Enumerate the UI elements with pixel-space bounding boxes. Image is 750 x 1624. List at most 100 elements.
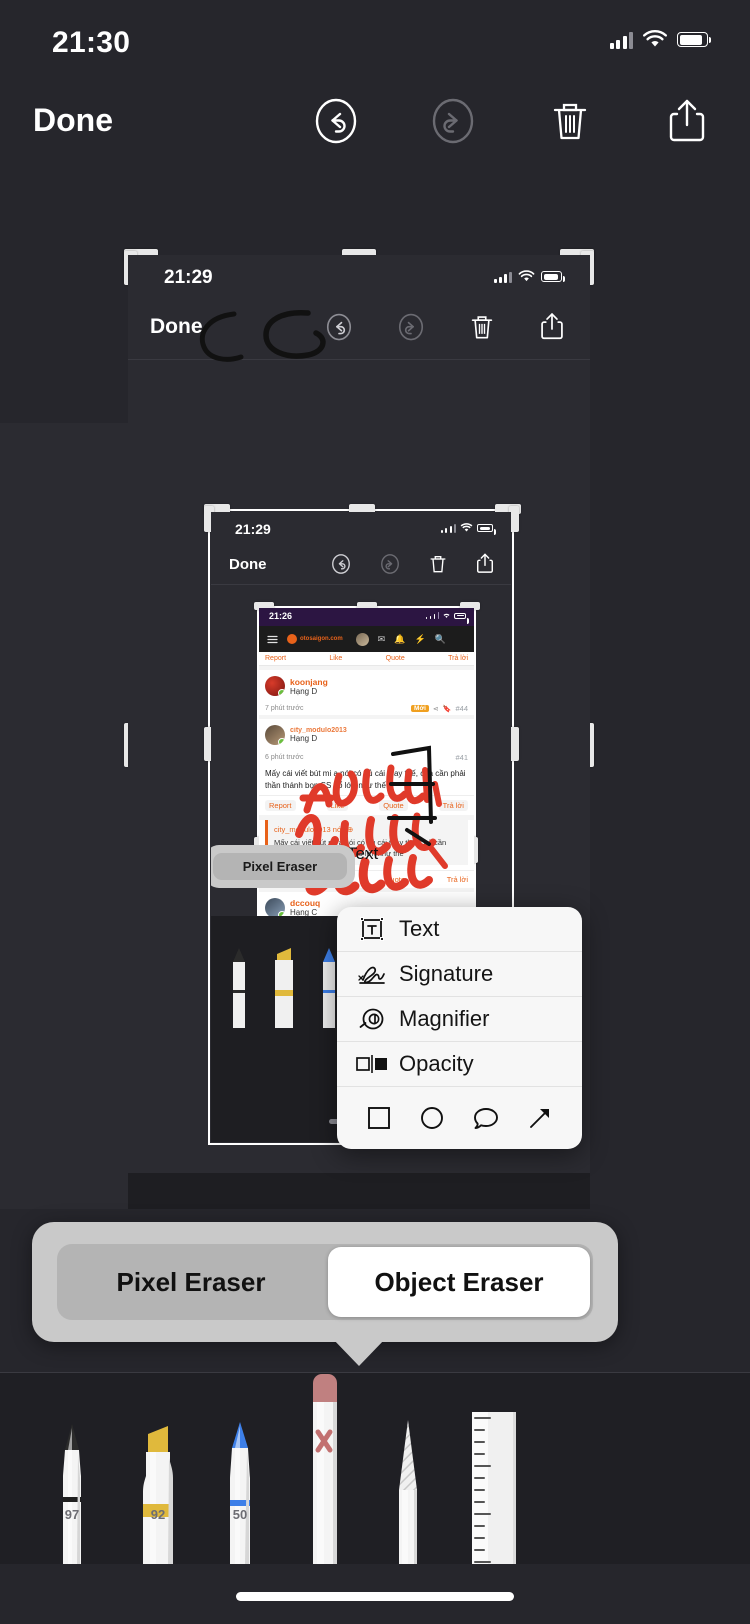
tool-palette[interactable]: 97 92 50 [0,1372,750,1564]
speech-bubble-shape-icon[interactable] [472,1105,500,1131]
forum-action-row-top: Report Like Quote Trả lời [259,652,474,666]
post-number-1: #44 [455,704,468,713]
forum-action-row-2: Report Like Quote Trả lời [259,795,474,816]
report-link-top[interactable]: Report [265,655,286,662]
marker-tool[interactable]: 50 [212,1404,268,1564]
status-indicators [609,30,711,49]
nested2-share-icon[interactable] [475,552,495,575]
rank-city-modulo: Hạng D [290,734,318,743]
bookmark-icon[interactable]: 🔖 [443,705,452,713]
reply-link-2[interactable]: Trả lời [438,800,468,812]
nested1-share-icon[interactable] [538,311,566,342]
username-dccouq[interactable]: dccouq [290,898,320,908]
post-time-2: 6 phút trước [265,754,304,761]
forum-battery-icon [454,612,469,624]
like-link-top[interactable]: Like [329,655,342,662]
hamburger-menu-icon[interactable] [267,635,278,644]
username-koonjang[interactable]: koonjang [290,677,328,687]
site-logo[interactable]: otosaigon.com [287,634,343,644]
popover-tail [332,1338,386,1366]
nested1-battery-icon [541,271,565,282]
nested2-redo-icon[interactable] [379,553,401,575]
nested2-wifi-icon [460,523,473,532]
share-icon[interactable] [662,96,712,146]
nested2-done-button[interactable]: Done [229,556,267,573]
menu-item-magnifier[interactable]: Magnifier [337,997,582,1042]
nested-pixel-eraser-button[interactable]: Pixel Eraser [213,853,347,880]
bell-icon[interactable]: 🔔 [394,634,405,645]
forum-post-2: city_modulo2013 Hạng D 6 phút trước #41 … [259,719,474,816]
nested2-status-time: 21:29 [235,521,271,537]
object-eraser-option[interactable]: Object Eraser [328,1247,590,1317]
quote-header: city_modulo2013 nói: ⊕ [274,825,354,835]
markup-editor-screen: 21:30 Done 21:29 Done 21:29 Done 21:26 o… [0,0,750,1624]
new-badge: Mới [411,705,429,712]
username-city-modulo[interactable]: city_modulo2013 [290,727,347,734]
nested1-done-button[interactable]: Done [150,315,203,339]
pixel-eraser-option[interactable]: Pixel Eraser [60,1247,322,1317]
forum-nav-bar: otosaigon.com ✉ 🔔 ⚡ 🔍 [259,626,474,652]
site-name: otosaigon.com [300,636,343,642]
nested1-redo-icon[interactable] [396,312,426,342]
share-post-icon[interactable]: ⋖ [433,705,439,713]
nested1-signal-icon [494,271,512,283]
pencil-tool[interactable] [380,1404,436,1564]
quote-link-2[interactable]: Quote [379,800,408,812]
nested2-undo-icon[interactable] [330,553,352,575]
forum-signal-icon [425,612,439,619]
quote-link-3[interactable]: Quote [385,875,405,884]
shape-tools-row [337,1087,582,1149]
highlighter-tool-number: 92 [150,1507,166,1522]
eraser-mode-popover[interactable]: Pixel Eraser Object Eraser [32,1222,618,1342]
undo-icon[interactable] [311,96,361,146]
nested1-trash-icon[interactable] [468,312,496,342]
avatar-city-modulo[interactable] [265,725,285,745]
menu-item-signature[interactable]: Signature [337,952,582,997]
marker-tool-number: 50 [232,1507,248,1522]
pen-tool-number: 97 [64,1507,80,1522]
forum-status-bar: 21:26 [259,608,474,626]
home-indicator[interactable] [236,1592,514,1601]
forum-status-time: 21:26 [269,611,293,621]
arrow-shape-icon[interactable] [527,1105,553,1131]
nested-tool-tray-level1[interactable] [128,1173,590,1209]
text-box-icon [351,916,393,942]
nested-eraser-popover[interactable]: Pixel Eraser [211,845,355,888]
menu-item-text[interactable]: Text [337,907,582,952]
report-link-2[interactable]: Report [265,800,296,812]
rank-koonjang: Hạng D [290,686,318,696]
mail-icon[interactable]: ✉ [378,634,386,645]
trash-icon[interactable] [545,96,595,146]
done-button[interactable]: Done [33,102,113,139]
status-bar: 21:30 [0,0,750,78]
nested2-trash-icon[interactable] [428,553,448,575]
menu-label-opacity: Opacity [399,1051,474,1076]
nested2-signal-icon [440,523,456,533]
post-text-2: Mấy cái viết bút mi a nói có đủ cái thay… [265,769,466,790]
bolt-icon[interactable]: ⚡ [414,634,425,645]
eraser-tool[interactable] [296,1374,352,1564]
ruler-tool[interactable] [464,1412,526,1564]
forum-search-icon[interactable]: 🔍 [435,634,446,645]
redo-icon[interactable] [428,96,478,146]
like-link-2[interactable]: Like [326,800,349,812]
top-toolbar: Done [0,78,750,249]
circle-shape-icon[interactable] [419,1105,445,1131]
nested1-undo-icon[interactable] [324,312,354,342]
quote-link-top[interactable]: Quote [386,655,405,662]
highlighter-tool[interactable]: 92 [128,1404,188,1564]
menu-label-text: Text [399,916,440,941]
user-avatar-nav[interactable] [355,632,369,646]
reply-link-3[interactable]: Trả lời [447,875,468,884]
square-shape-icon[interactable] [366,1105,392,1131]
eraser-segmented-control[interactable]: Pixel Eraser Object Eraser [57,1244,593,1320]
cellular-signal-icon [609,31,633,49]
menu-item-opacity[interactable]: Opacity [337,1042,582,1087]
forum-post-1: koonjang Hạng D 7 phút trước Mới ⋖ 🔖 #44 [259,670,474,715]
shape-context-menu[interactable]: Text Signature Magnifier Opacity [337,907,582,1149]
status-time: 21:30 [52,26,131,59]
avatar-dccouq[interactable] [265,897,285,918]
avatar-koonjang[interactable] [265,676,285,696]
reply-link-top[interactable]: Trả lời [448,655,468,662]
pen-tool[interactable]: 97 [44,1404,100,1564]
